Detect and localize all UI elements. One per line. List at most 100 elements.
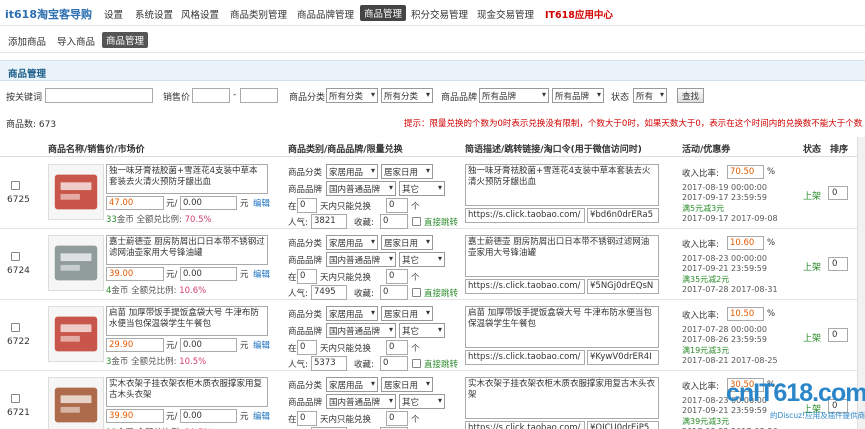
nav-brand-manage[interactable]: 商品品牌管理 [297, 7, 354, 21]
nav-points-trade[interactable]: 积分交易管理 [411, 7, 468, 21]
nav-cash-trade[interactable]: 现金交易管理 [477, 7, 534, 21]
subbrand-select[interactable]: 其它 [399, 252, 445, 267]
market-price-input[interactable]: 0.00 [180, 409, 237, 423]
search-button[interactable]: 查找 [677, 88, 705, 103]
limit-days-input[interactable]: 0 [297, 411, 317, 426]
market-price-input[interactable]: 0.00 [180, 196, 237, 210]
limit-days-input[interactable]: 0 [297, 269, 317, 284]
brand-select[interactable]: 国内普通品牌 [326, 252, 396, 267]
sale-price-input[interactable]: 39.00 [106, 267, 164, 281]
app-logo[interactable]: it618淘宝客导购 [5, 6, 92, 22]
popularity-input[interactable]: 7495 [311, 285, 347, 300]
sale-price-input[interactable]: 39.90 [106, 409, 164, 423]
direct-jump-checkbox[interactable] [412, 217, 421, 226]
sort-input[interactable]: 0 [828, 328, 848, 342]
jump-url-input[interactable]: https://s.click.taobao.com/ [465, 421, 585, 429]
row-checkbox[interactable] [11, 181, 20, 190]
limit-count-input[interactable]: 0 [386, 411, 408, 426]
taokouling-input[interactable]: ¥bd6n0drERa5 [587, 208, 659, 223]
brand-select-2[interactable]: 所有品牌 [552, 88, 604, 103]
limit-count-input[interactable]: 0 [386, 269, 408, 284]
subbrand-select[interactable]: 其它 [399, 394, 445, 409]
category-select[interactable]: 家居用品 [326, 306, 378, 321]
category-select-1[interactable]: 所有分类 [326, 88, 378, 103]
subcategory-select[interactable]: 居家日用 [381, 306, 433, 321]
collect-input[interactable]: 0 [380, 356, 408, 371]
keyword-input[interactable] [45, 88, 153, 103]
category-select-2[interactable]: 所有分类 [381, 88, 433, 103]
subnav-product-manage[interactable]: 商品管理 [102, 32, 149, 48]
status-on-shelf-link[interactable]: 上架 [803, 189, 821, 202]
limit-count-input[interactable]: 0 [386, 340, 408, 355]
product-title-input[interactable]: 独一味牙膏祛胶菌+雪莲花4支装中草本套装去火清火预防牙龈出血 [106, 164, 268, 194]
income-ratio-input[interactable]: 10.60 [727, 236, 764, 250]
sale-price-input[interactable]: 47.00 [106, 196, 164, 210]
short-description-input[interactable]: 实木衣架子挂衣架衣柜木质衣服撑家用复古木头衣架 [465, 377, 659, 419]
nav-product-manage[interactable]: 商品管理 [360, 5, 407, 21]
nav-app-center[interactable]: IT618应用中心 [545, 7, 613, 21]
subcategory-select[interactable]: 居家日用 [381, 235, 433, 250]
subnav-import-product[interactable]: 导入商品 [57, 34, 95, 48]
product-thumbnail[interactable] [48, 164, 104, 220]
sale-price-input[interactable]: 29.90 [106, 338, 164, 352]
nav-system-settings[interactable]: 系统设置 [135, 7, 173, 21]
product-title-input[interactable]: 实木衣架子挂衣架衣柜木质衣服撑家用复古木头衣架 [106, 377, 268, 407]
brand-select[interactable]: 国内普通品牌 [326, 394, 396, 409]
short-description-input[interactable]: 嘉士蔚德壶 厨房防屑出口日本带不锈钢过滤网油壶家用大号锋油罐 [465, 235, 659, 277]
taokouling-input[interactable]: ¥KywV0drER4I [587, 350, 659, 365]
product-thumbnail[interactable] [48, 235, 104, 291]
category-select[interactable]: 家居用品 [326, 377, 378, 392]
limit-days-input[interactable]: 0 [297, 340, 317, 355]
product-title-input[interactable]: 启苗 加厚带饭手提饭盒袋大号 牛津布防水便当包保温袋学生午餐包 [106, 306, 268, 336]
direct-jump-checkbox[interactable] [412, 359, 421, 368]
collect-input[interactable]: 0 [380, 285, 408, 300]
income-ratio-input[interactable]: 10.50 [727, 307, 764, 321]
subnav-add-product[interactable]: 添加商品 [8, 34, 46, 48]
limit-days-input[interactable]: 0 [297, 198, 317, 213]
price-min-input[interactable] [192, 88, 230, 103]
short-description-input[interactable]: 独一味牙膏祛胶菌+雪莲花4支装中草本套装去火清火预防牙龈出血 [465, 164, 659, 206]
row-checkbox[interactable] [11, 252, 20, 261]
sort-input[interactable]: 0 [828, 257, 848, 271]
jump-url-input[interactable]: https://s.click.taobao.com/ [465, 208, 585, 223]
status-on-shelf-link[interactable]: 上架 [803, 331, 821, 344]
jump-url-input[interactable]: https://s.click.taobao.com/ [465, 279, 585, 294]
product-title-input[interactable]: 嘉士蔚德壶 厨房防屑出口日本带不锈钢过滤网油壶家用大号锋油罐 [106, 235, 268, 265]
jump-url-input[interactable]: https://s.click.taobao.com/ [465, 350, 585, 365]
market-price-input[interactable]: 0.00 [180, 338, 237, 352]
popularity-input[interactable]: 3821 [311, 214, 347, 229]
taokouling-input[interactable]: ¥5NGj0drEQsN [587, 279, 659, 294]
edit-link[interactable]: 编辑 [253, 197, 270, 209]
category-select[interactable]: 家居用品 [326, 164, 378, 179]
direct-jump-checkbox[interactable] [412, 288, 421, 297]
product-thumbnail[interactable] [48, 377, 104, 429]
subcategory-select[interactable]: 居家日用 [381, 164, 433, 179]
status-select[interactable]: 所有 [633, 88, 667, 103]
subcategory-select[interactable]: 居家日用 [381, 377, 433, 392]
edit-link[interactable]: 编辑 [253, 410, 270, 422]
edit-link[interactable]: 编辑 [253, 268, 270, 280]
category-select[interactable]: 家居用品 [326, 235, 378, 250]
sort-input[interactable]: 0 [828, 186, 848, 200]
popularity-input[interactable]: 5373 [311, 356, 347, 371]
brand-select[interactable]: 国内普通品牌 [326, 181, 396, 196]
status-on-shelf-link[interactable]: 上架 [803, 260, 821, 273]
limit-count-input[interactable]: 0 [386, 198, 408, 213]
edit-link[interactable]: 编辑 [253, 339, 270, 351]
nav-settings[interactable]: 设置 [104, 7, 123, 21]
short-description-input[interactable]: 启苗 加厚带饭手提饭盒袋大号 牛津布防水便当包保温袋学生午餐包 [465, 306, 659, 348]
income-ratio-input[interactable]: 70.50 [727, 165, 764, 179]
subbrand-select[interactable]: 其它 [399, 323, 445, 338]
row-checkbox[interactable] [11, 394, 20, 403]
brand-select-1[interactable]: 所有品牌 [479, 88, 549, 103]
taokouling-input[interactable]: ¥OICU0drEiP5 [587, 421, 659, 429]
product-thumbnail[interactable] [48, 306, 104, 362]
nav-category-manage[interactable]: 商品类别管理 [230, 7, 287, 21]
price-max-input[interactable] [240, 88, 278, 103]
brand-select[interactable]: 国内普通品牌 [326, 323, 396, 338]
nav-style-settings[interactable]: 风格设置 [181, 7, 219, 21]
row-checkbox[interactable] [11, 323, 20, 332]
collect-input[interactable]: 0 [380, 214, 408, 229]
market-price-input[interactable]: 0.00 [180, 267, 237, 281]
subbrand-select[interactable]: 其它 [399, 181, 445, 196]
